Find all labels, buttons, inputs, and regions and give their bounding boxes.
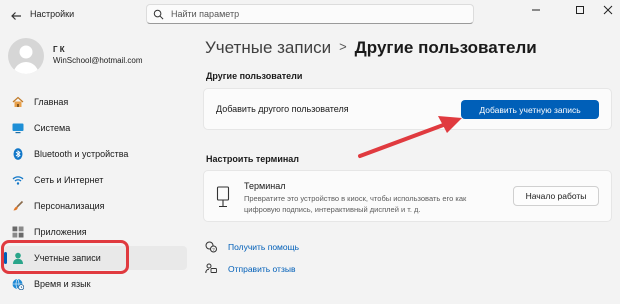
feedback-link-text[interactable]: Отправить отзыв xyxy=(228,264,295,274)
sidebar: Г К WinSchool@hotmail.com Главная Систем… xyxy=(0,30,195,304)
system-icon xyxy=(12,123,24,134)
minimize-icon[interactable] xyxy=(524,2,548,18)
get-started-button[interactable]: Начало работы xyxy=(513,186,599,206)
person-avatar-icon xyxy=(13,45,39,74)
help-link-text[interactable]: Получить помощь xyxy=(228,242,299,252)
user-email: WinSchool@hotmail.com xyxy=(53,56,143,65)
chevron-right-icon: > xyxy=(339,39,347,54)
close-icon[interactable] xyxy=(596,2,620,18)
back-arrow-icon[interactable] xyxy=(10,10,22,22)
search-icon xyxy=(153,9,164,20)
sidebar-item-label: Главная xyxy=(34,97,69,107)
sidebar-item-label: Система xyxy=(34,123,71,133)
avatar[interactable] xyxy=(8,38,44,74)
wifi-icon xyxy=(12,176,24,185)
sidebar-item-system[interactable]: Система xyxy=(4,116,187,140)
title-bar: Настройки xyxy=(0,0,620,30)
feedback-icon xyxy=(205,263,217,274)
annotation-highlight-box xyxy=(1,240,129,274)
globe-clock-icon xyxy=(12,278,24,290)
add-user-card: Добавить другого пользователя Добавить у… xyxy=(203,88,612,130)
sidebar-item-personalization[interactable]: Персонализация xyxy=(4,194,187,218)
sidebar-item-bluetooth[interactable]: Bluetooth и устройства xyxy=(4,142,187,166)
breadcrumb: Учетные записи > Другие пользователи xyxy=(205,38,537,58)
user-name: Г К xyxy=(53,45,65,54)
help-icon: ? xyxy=(205,241,217,253)
sidebar-item-network[interactable]: Сеть и Интернет xyxy=(4,168,187,192)
sidebar-item-label: Приложения xyxy=(34,227,87,237)
kiosk-title: Терминал xyxy=(244,181,286,191)
home-icon xyxy=(12,96,24,107)
sidebar-item-label: Bluetooth и устройства xyxy=(34,149,129,159)
page-title: Другие пользователи xyxy=(354,38,537,57)
kiosk-card: Терминал Превратите это устройство в кио… xyxy=(203,170,612,222)
sidebar-item-label: Время и язык xyxy=(34,279,91,289)
add-user-text: Добавить другого пользователя xyxy=(216,104,349,114)
apps-icon xyxy=(12,226,24,238)
add-account-button[interactable]: Добавить учетную запись xyxy=(461,100,599,119)
maximize-icon[interactable] xyxy=(568,2,592,18)
main-content: Учетные записи > Другие пользователи Други… xyxy=(195,30,620,304)
kiosk-icon xyxy=(216,186,230,208)
kiosk-description-line2: цифровую подпись, интерактивный дисплей … xyxy=(244,205,421,214)
search-box[interactable] xyxy=(146,4,474,24)
sidebar-item-time-language[interactable]: Время и язык xyxy=(4,272,187,296)
sidebar-item-label: Сеть и Интернет xyxy=(34,175,104,185)
breadcrumb-parent[interactable]: Учетные записи xyxy=(205,38,331,57)
sidebar-item-home[interactable]: Главная xyxy=(4,90,187,114)
sidebar-item-label: Персонализация xyxy=(34,201,105,211)
brush-icon xyxy=(13,200,24,211)
section-title-kiosk: Настроить терминал xyxy=(206,154,300,164)
bluetooth-icon xyxy=(13,148,23,160)
app-title: Настройки xyxy=(30,9,75,19)
search-input[interactable] xyxy=(171,7,461,21)
kiosk-description-line1: Превратите это устройство в киоск, чтобы… xyxy=(244,194,467,203)
section-title-other-users: Другие пользователи xyxy=(206,71,303,81)
